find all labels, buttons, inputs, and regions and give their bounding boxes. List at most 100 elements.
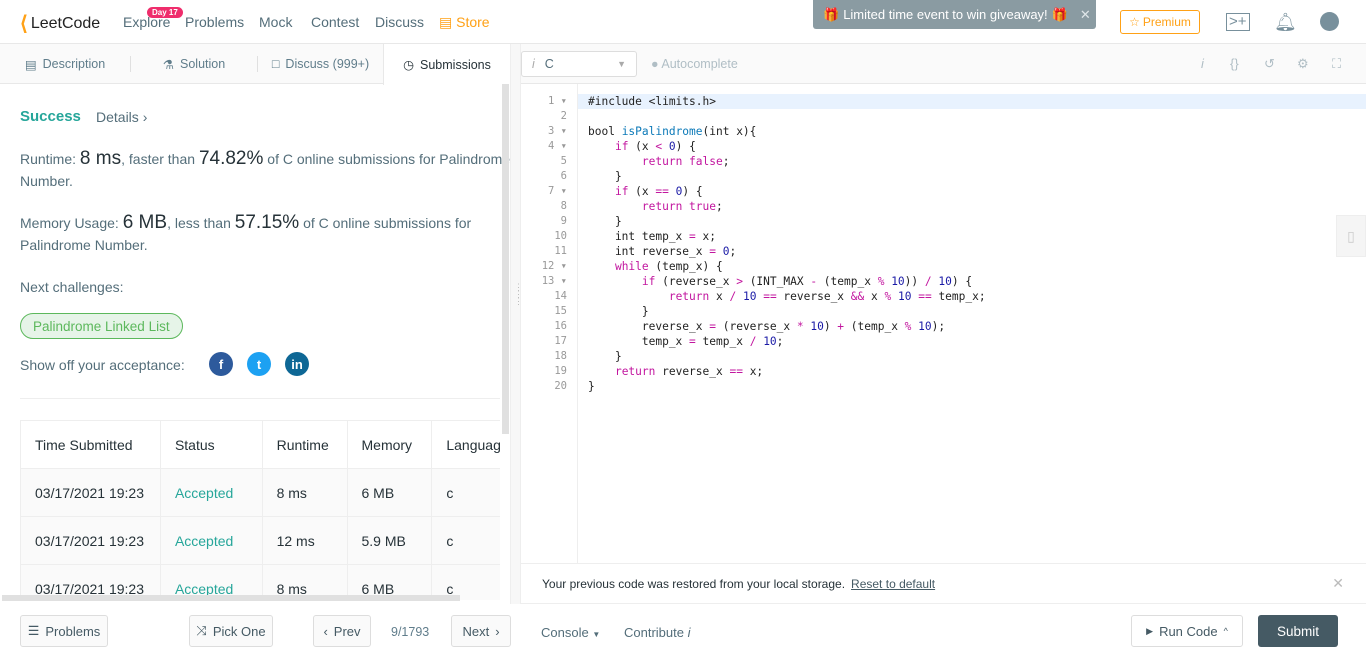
next-button[interactable]: Next › <box>451 615 511 647</box>
code-token: 10 <box>763 335 777 348</box>
cell-status[interactable]: Accepted <box>159 516 263 565</box>
code-line[interactable]: return reverse_x == x; <box>578 364 1366 379</box>
tab-submissions[interactable]: ◷ Submissions <box>383 44 510 85</box>
code-line[interactable]: temp_x = temp_x / 10; <box>578 334 1366 349</box>
next-challenge-chip[interactable]: Palindrome Linked List <box>20 313 183 339</box>
braces-icon[interactable]: {} <box>1230 56 1239 71</box>
runtime-stats: Runtime: 8 ms, faster than 74.82% of C o… <box>20 148 510 189</box>
table-row[interactable]: 03/17/2021 19:23 Accepted 8 ms 6 MB c <box>20 468 500 517</box>
clock-icon: ◷ <box>403 58 415 72</box>
line-number: 11 <box>554 245 567 257</box>
code-token: #include <limits.h> <box>588 95 716 108</box>
cell-time: 03/17/2021 19:23 <box>20 516 161 565</box>
problems-button[interactable]: ☰ Problems <box>20 615 108 647</box>
console-toggle[interactable]: Console ▼ <box>541 625 600 640</box>
reset-to-default-link[interactable]: Reset to default <box>851 577 935 591</box>
note-icon: ▯ <box>1347 227 1355 244</box>
submit-button[interactable]: Submit <box>1258 615 1338 647</box>
code-token: bool <box>588 125 622 138</box>
code-line[interactable]: #include <limits.h> <box>578 94 1366 109</box>
pick-one-button[interactable]: ⤨ Pick One <box>189 615 273 647</box>
code-line[interactable]: int reverse_x = 0; <box>578 244 1366 259</box>
code-token: temp_x; <box>931 290 986 303</box>
prev-button[interactable]: ‹ Prev <box>313 615 371 647</box>
code-token: (temp_x <box>844 320 905 333</box>
code-line[interactable]: } <box>578 214 1366 229</box>
code-token: 10 <box>918 320 932 333</box>
code-line[interactable]: return x / 10 == reverse_x && x % 10 == … <box>578 289 1366 304</box>
settings-icon[interactable]: ⚙ <box>1297 56 1309 72</box>
code-editor[interactable]: #include <limits.h> bool isPalindrome(int… <box>578 94 1366 394</box>
language-select[interactable]: i C ▼ <box>521 51 637 77</box>
playground-icon[interactable]: >+ <box>1226 13 1250 31</box>
horizontal-scrollbar[interactable] <box>2 595 460 601</box>
code-token: ; <box>729 245 737 258</box>
code-token: (int x){ <box>702 125 757 138</box>
fullscreen-icon[interactable]: ⛶ <box>1332 56 1341 72</box>
cell-runtime: 8 ms <box>261 468 348 517</box>
code-line[interactable]: return true; <box>578 199 1366 214</box>
code-line[interactable]: return false; <box>578 154 1366 169</box>
code-line[interactable]: bool isPalindrome(int x){ <box>578 124 1366 139</box>
info-icon[interactable]: i <box>1201 56 1204 71</box>
nav-discuss[interactable]: Discuss <box>375 14 424 30</box>
nav-problems[interactable]: Problems <box>185 14 244 30</box>
nav-explore[interactable]: Explore <box>123 14 170 30</box>
code-line[interactable]: int temp_x = x; <box>578 229 1366 244</box>
code-token: reverse_x <box>776 290 851 303</box>
code-line[interactable]: if (reverse_x > (INT_MAX - (temp_x % 10)… <box>578 274 1366 289</box>
twitter-icon[interactable]: t <box>247 352 271 376</box>
code-line[interactable]: } <box>578 304 1366 319</box>
line-number: 8 <box>560 200 567 212</box>
code-token: } <box>588 305 649 318</box>
code-line[interactable]: } <box>578 379 1366 394</box>
nav-contest[interactable]: Contest <box>311 14 359 30</box>
cell-status[interactable]: Accepted <box>159 468 263 517</box>
chevron-right-icon: › <box>142 109 148 125</box>
nav-store[interactable]: ▤ Store <box>439 14 490 31</box>
chevron-up-icon: ^ <box>1223 626 1228 636</box>
submission-panel: Success Details › Runtime: 8 ms, faster … <box>0 84 510 604</box>
tab-description[interactable]: ▤ Description <box>0 44 130 84</box>
nav-mock[interactable]: Mock <box>259 14 292 30</box>
promo-banner[interactable]: 🎁 Limited time event to win giveaway! 🎁 ✕ <box>813 0 1096 29</box>
description-icon: ▤ <box>24 57 37 72</box>
chevron-left-icon: ‹ <box>323 623 328 639</box>
code-line[interactable] <box>578 109 1366 124</box>
panel-splitter[interactable]: ⋮ ⋮ ⋮ <box>510 44 523 657</box>
avatar-icon[interactable] <box>1320 12 1339 31</box>
close-icon[interactable]: ✕ <box>1332 575 1344 592</box>
run-code-button[interactable]: ▶ Run Code ^ <box>1131 615 1243 647</box>
reset-icon[interactable]: ↺ <box>1264 56 1275 72</box>
table-row[interactable]: 03/17/2021 19:23 Accepted 12 ms 5.9 MB c <box>20 516 500 565</box>
linkedin-icon[interactable]: in <box>285 352 309 376</box>
line-number: 3 ▾ <box>548 125 567 137</box>
code-line[interactable]: } <box>578 169 1366 184</box>
contribute-link[interactable]: Contribute i <box>624 625 691 640</box>
close-icon[interactable]: ✕ <box>1080 7 1091 23</box>
tab-solution[interactable]: ⚗ Solution <box>131 44 257 84</box>
code-line[interactable]: } <box>578 349 1366 364</box>
code-line[interactable]: if (x == 0) { <box>578 184 1366 199</box>
side-tab[interactable]: ▯ <box>1336 215 1366 257</box>
facebook-icon[interactable]: f <box>209 352 233 376</box>
code-line[interactable]: reverse_x = (reverse_x * 10) + (temp_x %… <box>578 319 1366 334</box>
logo[interactable]: ⟨ LeetCode <box>20 11 100 36</box>
code-line[interactable]: while (temp_x) { <box>578 259 1366 274</box>
vertical-scrollbar[interactable] <box>502 84 509 434</box>
details-link[interactable]: Details › <box>96 109 147 125</box>
tab-discuss[interactable]: □ Discuss (999+) <box>258 44 383 84</box>
line-number: 1 ▾ <box>548 95 567 107</box>
code-token: x; <box>695 230 717 243</box>
premium-button[interactable]: ☆ Premium <box>1120 10 1200 34</box>
col-time: Time Submitted <box>20 420 161 469</box>
line-gutter: 1 ▾ 2 3 ▾ 4 ▾ 5 6 7 ▾ 8 9 10 11 12 ▾ 13 ▾ 14 1… <box>521 84 578 563</box>
bell-icon[interactable]: 🔔︎ <box>1274 12 1297 33</box>
comment-icon: □ <box>271 57 280 71</box>
autocomplete-toggle[interactable]: ● Autocomplete <box>651 57 738 71</box>
code-token: ) { <box>675 140 696 153</box>
code-line[interactable]: if (x < 0) { <box>578 139 1366 154</box>
